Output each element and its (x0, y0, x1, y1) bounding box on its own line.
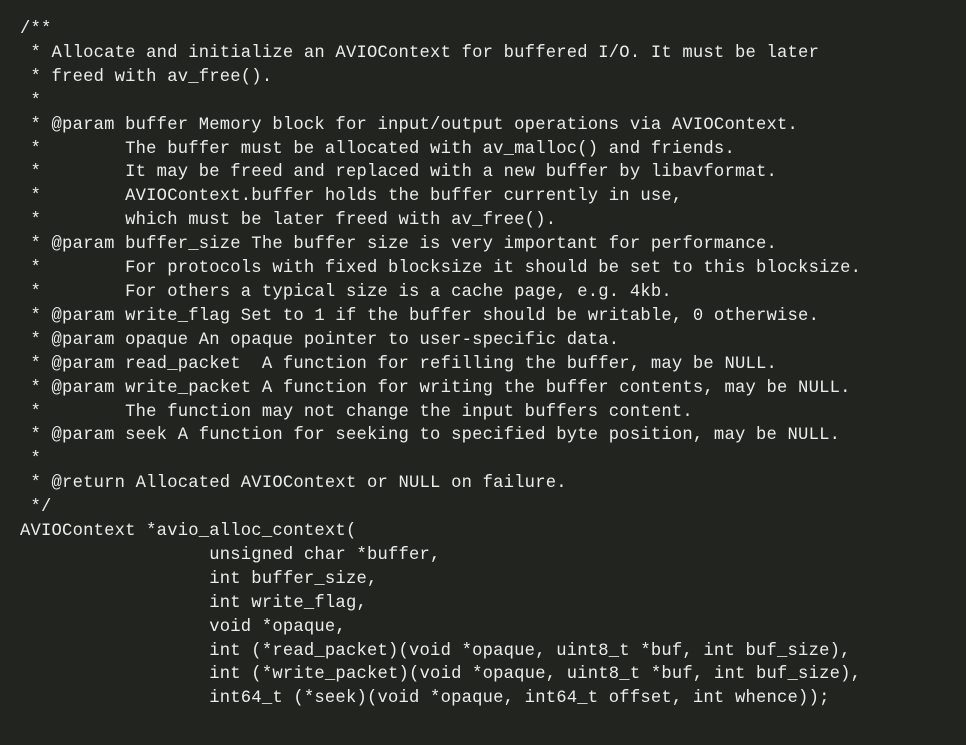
code-line: * (20, 450, 41, 469)
code-line: int (*read_packet)(void *opaque, uint8_t… (20, 642, 851, 661)
code-line: * (20, 92, 41, 111)
code-line: int (*write_packet)(void *opaque, uint8_… (20, 665, 861, 684)
code-line: * @param opaque An opaque pointer to use… (20, 331, 619, 350)
code-block: /** * Allocate and initialize an AVIOCon… (0, 0, 966, 729)
code-line: * The function may not change the input … (20, 403, 693, 422)
code-line: unsigned char *buffer, (20, 546, 441, 565)
code-line: * @return Allocated AVIOContext or NULL … (20, 474, 567, 493)
code-line: * @param buffer_size The buffer size is … (20, 235, 777, 254)
code-line: * @param read_packet A function for refi… (20, 355, 777, 374)
code-line: */ (20, 498, 52, 517)
code-line: * Allocate and initialize an AVIOContext… (20, 44, 819, 63)
code-line: int buffer_size, (20, 570, 377, 589)
code-line: * @param write_packet A function for wri… (20, 379, 851, 398)
code-line: * which must be later freed with av_free… (20, 211, 556, 230)
code-line: * It may be freed and replaced with a ne… (20, 163, 777, 182)
code-line: void *opaque, (20, 618, 346, 637)
code-line: int write_flag, (20, 594, 367, 613)
code-line: * For others a typical size is a cache p… (20, 283, 672, 302)
code-line: * The buffer must be allocated with av_m… (20, 140, 735, 159)
code-line: AVIOContext *avio_alloc_context( (20, 522, 356, 541)
code-line: * AVIOContext.buffer holds the buffer cu… (20, 187, 682, 206)
code-line: * @param write_flag Set to 1 if the buff… (20, 307, 819, 326)
code-line: * @param buffer Memory block for input/o… (20, 116, 798, 135)
code-line: * @param seek A function for seeking to … (20, 426, 840, 445)
code-line: int64_t (*seek)(void *opaque, int64_t of… (20, 689, 830, 708)
code-line: * For protocols with fixed blocksize it … (20, 259, 861, 278)
code-line: * freed with av_free(). (20, 68, 272, 87)
code-line: /** (20, 20, 52, 39)
